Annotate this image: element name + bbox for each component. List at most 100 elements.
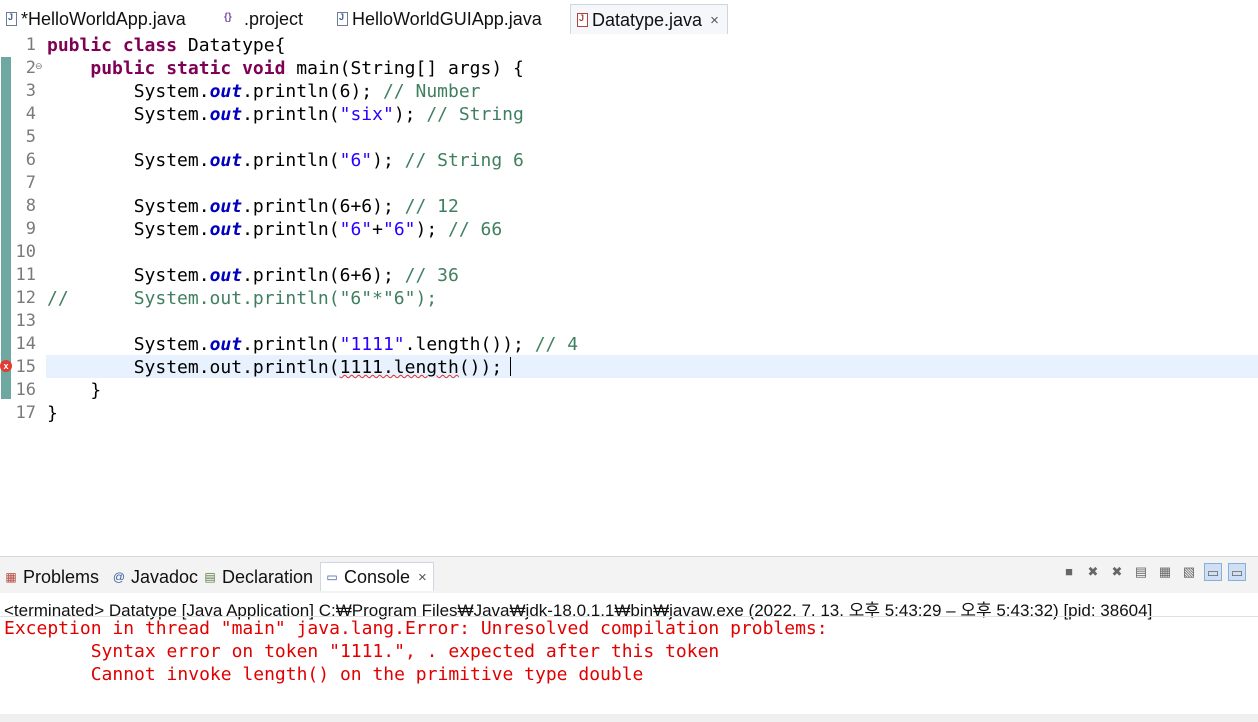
code-token: .println(	[242, 150, 340, 171]
code-token: // System.out.println("6"*"6");	[47, 288, 438, 309]
code-line: System.out.println(1111.length());	[47, 356, 503, 379]
open-console-icon[interactable]: ▭	[1228, 563, 1246, 581]
code-token: .println(	[242, 104, 340, 125]
declaration-icon: ▤	[204, 570, 216, 584]
code-token: "1111"	[339, 334, 405, 355]
code-token: // 4	[534, 334, 579, 355]
change-marker	[1, 103, 11, 399]
tab-helloworldguiapp[interactable]: HelloWorldGUIApp.java	[337, 4, 542, 34]
line-number: 9	[25, 219, 36, 239]
line-number: 6	[25, 150, 36, 170]
console-output[interactable]: <terminated> Datatype [Java Application]…	[0, 593, 1258, 722]
tab-label: Declaration	[222, 566, 314, 587]
line-number: 8	[25, 196, 36, 216]
remove-launch-icon[interactable]: ✖	[1084, 563, 1102, 581]
fold-collapse-icon[interactable]: ⊖	[35, 61, 43, 72]
tab-label: Javadoc	[131, 566, 199, 587]
code-token: System.out.println(	[47, 357, 340, 378]
line-number: 3	[25, 81, 36, 101]
code-token: System.	[47, 81, 210, 102]
scroll-lock-icon[interactable]: ▤	[1132, 563, 1150, 581]
code-line: public static void main(String[] args) {	[47, 57, 524, 80]
code-token: .println(	[242, 334, 340, 355]
panel-separator	[0, 526, 1258, 556]
java-file-icon	[6, 12, 17, 26]
code-line: public class Datatype{	[47, 34, 285, 57]
code-token: out	[209, 196, 243, 217]
close-icon[interactable]: ×	[710, 12, 719, 29]
tab-helloworldapp[interactable]: *HelloWorldApp.java	[6, 4, 186, 34]
code-line: System.out.println("1111".length()); // …	[47, 333, 578, 356]
code-token: System.	[47, 150, 210, 171]
code-token: out	[209, 150, 243, 171]
code-token: // 36	[404, 265, 459, 286]
error-token: 1111.length	[339, 357, 459, 378]
code-token: System.	[47, 104, 210, 125]
line-number: 1	[25, 35, 36, 55]
divider	[0, 616, 1258, 617]
error-marker-icon[interactable]: x	[0, 360, 12, 372]
line-number: 2	[25, 58, 36, 78]
tab-project[interactable]: .project	[224, 4, 303, 34]
tab-declaration[interactable]: ▤ Declaration	[203, 563, 313, 591]
text-caret	[510, 357, 511, 376]
code-token: ());	[458, 357, 503, 378]
code-line: System.out.println("6"); // String 6	[47, 149, 524, 172]
tab-javadoc[interactable]: @ Javadoc	[112, 563, 198, 591]
code-token: );	[415, 219, 449, 240]
bottom-panel-tab-bar: ▦ Problems @ Javadoc ▤ Declaration ▭ Con…	[0, 556, 1258, 594]
code-token: "6"	[382, 219, 416, 240]
code-token: );	[393, 104, 427, 125]
code-token: // String 6	[404, 150, 524, 171]
code-line: System.out.println(6+6); // 36	[47, 264, 459, 287]
line-number: 7	[25, 173, 36, 193]
code-token: System.	[47, 334, 210, 355]
terminate-icon[interactable]: ■	[1060, 563, 1078, 581]
code-token: .println(6+6);	[242, 196, 405, 217]
console-error-line: Exception in thread "main" java.lang.Err…	[4, 618, 839, 639]
display-console-icon[interactable]: ▭	[1204, 563, 1222, 581]
tab-console[interactable]: ▭ Console ×	[320, 562, 434, 591]
javadoc-icon: @	[112, 570, 126, 584]
code-token: out	[209, 81, 243, 102]
code-token: // String	[426, 104, 524, 125]
code-token: .println(6+6);	[242, 265, 405, 286]
code-token: System.	[47, 219, 210, 240]
code-token: .println(6);	[242, 81, 383, 102]
tab-label: *HelloWorldApp.java	[21, 8, 186, 29]
java-file-icon	[337, 12, 348, 26]
code-line: // System.out.println("6"*"6");	[47, 287, 437, 310]
tab-label: HelloWorldGUIApp.java	[352, 8, 542, 29]
remove-all-icon[interactable]: ✖	[1108, 563, 1126, 581]
code-editor[interactable]: x ⊖ 1 2 3 4 5 6 7 8 9 10 11 12 13 14 15 16 17 public cla…	[0, 34, 1258, 557]
code-token: System.	[47, 196, 210, 217]
code-token: Datatype{	[177, 35, 286, 56]
tab-datatype[interactable]: Datatype.java ×	[570, 4, 728, 35]
line-number: 11	[15, 265, 36, 285]
pin-console-icon[interactable]: ▧	[1180, 563, 1198, 581]
console-error-line: Cannot invoke length() on the primitive …	[4, 664, 644, 685]
console-toolbar: ■ ✖ ✖ ▤ ▦ ▧ ▭ ▭	[1060, 563, 1246, 581]
code-token: .println(	[242, 219, 340, 240]
code-token: main(String[] args) {	[285, 58, 524, 79]
code-token: public static void	[90, 58, 286, 79]
word-wrap-icon[interactable]: ▦	[1156, 563, 1174, 581]
code-token: // 12	[404, 196, 459, 217]
tab-label: .project	[244, 8, 304, 29]
code-token: .length());	[404, 334, 535, 355]
close-icon[interactable]: ×	[418, 569, 427, 586]
code-token: );	[372, 150, 405, 171]
code-token: public class	[47, 35, 178, 56]
console-icon: ▭	[326, 570, 338, 584]
code-token: out	[209, 104, 243, 125]
line-number: 12	[15, 288, 36, 308]
code-token: out	[209, 334, 243, 355]
java-file-error-icon	[577, 13, 588, 27]
code-token: "6"	[339, 150, 373, 171]
code-token: // 66	[448, 219, 503, 240]
tab-problems[interactable]: ▦ Problems	[4, 563, 99, 591]
code-line: System.out.println("six"); // String	[47, 103, 524, 126]
code-token: out	[209, 265, 243, 286]
tab-label: Problems	[23, 566, 100, 587]
